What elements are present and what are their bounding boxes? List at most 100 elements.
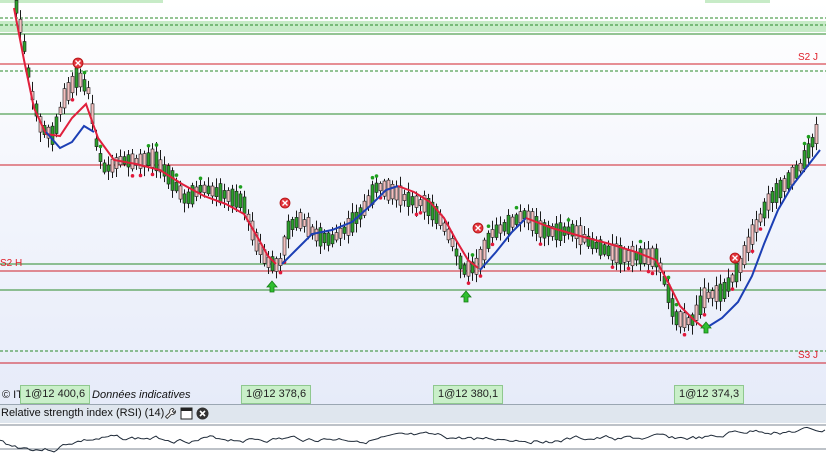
candle-body xyxy=(294,217,299,228)
candle-dot xyxy=(566,218,571,222)
candle-body xyxy=(594,241,599,250)
candle-body xyxy=(494,224,499,238)
candle-dot xyxy=(802,141,807,146)
candle-body xyxy=(762,201,767,219)
candle-body xyxy=(790,166,795,186)
candle-body xyxy=(726,277,731,292)
candle-body xyxy=(338,227,343,239)
candle-dot xyxy=(650,271,655,276)
candle-body xyxy=(302,219,307,227)
candle-body xyxy=(394,186,399,201)
candle-body xyxy=(234,190,239,208)
candle-dot xyxy=(130,174,135,178)
candle-body xyxy=(178,185,183,200)
candle-body xyxy=(526,210,531,224)
candle-body xyxy=(290,219,295,230)
candle-body xyxy=(750,224,755,245)
wrench-icon[interactable] xyxy=(164,407,177,420)
candle-body xyxy=(442,222,447,232)
candle-body xyxy=(798,162,803,172)
candle-dot xyxy=(414,212,419,217)
candle-dot xyxy=(702,312,707,317)
candle-body xyxy=(694,304,699,321)
candle-body xyxy=(806,143,811,159)
candle-body xyxy=(702,287,707,309)
candle-body xyxy=(130,153,135,170)
candle-body xyxy=(82,79,87,92)
candle-body xyxy=(450,238,455,247)
candle-body xyxy=(742,245,747,266)
candle-body xyxy=(630,245,635,267)
candle-dot xyxy=(154,143,159,147)
candle-body xyxy=(446,228,451,241)
candle-dot xyxy=(150,172,155,177)
candle-body xyxy=(734,262,739,283)
candle-body xyxy=(622,248,627,263)
candle-body xyxy=(710,290,715,299)
close-icon[interactable] xyxy=(196,407,209,420)
candle-body xyxy=(242,196,247,214)
candle-dot xyxy=(638,239,643,244)
price-tag-3: 1@12 380,1 xyxy=(433,385,504,404)
candle-body xyxy=(18,18,23,33)
candle-dot xyxy=(146,143,151,148)
candle-body xyxy=(86,87,91,95)
candle-body xyxy=(238,193,243,208)
candle-body xyxy=(502,222,507,232)
candle-body xyxy=(206,185,211,195)
candle-body xyxy=(602,244,607,255)
candle-body xyxy=(222,190,227,199)
candle-body xyxy=(462,264,467,275)
candle-body xyxy=(198,185,203,193)
candle-body xyxy=(670,298,675,317)
candle-dot xyxy=(750,249,755,254)
level-label-s3j: S3 J xyxy=(798,350,819,361)
candle-dot xyxy=(806,134,811,139)
candle-body xyxy=(518,211,523,223)
top-band xyxy=(0,0,163,3)
price-tag-2: 1@12 378,6 xyxy=(241,385,312,404)
candle-body xyxy=(722,282,727,299)
candle-body xyxy=(706,291,711,299)
candle-body xyxy=(182,193,187,204)
candle-body xyxy=(714,285,719,302)
candle-body xyxy=(802,150,807,169)
candle-body xyxy=(454,248,459,257)
candle-body xyxy=(490,229,495,238)
candle-body xyxy=(406,192,411,207)
candle-body xyxy=(110,158,115,173)
candle-body xyxy=(774,183,779,203)
candle-body xyxy=(786,172,791,189)
candle-body xyxy=(54,116,59,134)
window-icon[interactable] xyxy=(180,407,193,420)
candle-dot xyxy=(470,253,475,257)
candle-body xyxy=(606,245,611,257)
price-tag-4: 1@12 374,3 xyxy=(674,385,745,404)
candle-body xyxy=(482,239,487,261)
candle-body xyxy=(230,188,235,207)
candle-dot xyxy=(514,205,519,210)
candle-dot xyxy=(70,97,75,102)
level-label-s2j: S2 J xyxy=(798,52,819,63)
candle-body xyxy=(478,248,483,270)
candle-body xyxy=(682,312,687,328)
candle-body xyxy=(498,224,503,234)
candle-body xyxy=(758,213,763,223)
candle-body xyxy=(346,218,351,236)
candle-body xyxy=(414,195,419,208)
candle-dot xyxy=(466,281,471,285)
candle-body xyxy=(126,154,131,168)
candle-dot xyxy=(198,176,203,181)
candle-dot xyxy=(174,173,179,177)
candle-body xyxy=(678,311,683,328)
candle-dot xyxy=(610,265,615,269)
candle-dot xyxy=(478,274,483,278)
candle-body xyxy=(746,236,751,253)
candle-body xyxy=(342,226,347,234)
candle-body xyxy=(150,148,155,168)
candle-dot xyxy=(646,269,651,274)
candle-body xyxy=(782,178,787,192)
candle-body xyxy=(334,232,339,241)
candle-body xyxy=(522,210,527,219)
price-tag-1: 1@12 400,6 xyxy=(20,385,91,404)
